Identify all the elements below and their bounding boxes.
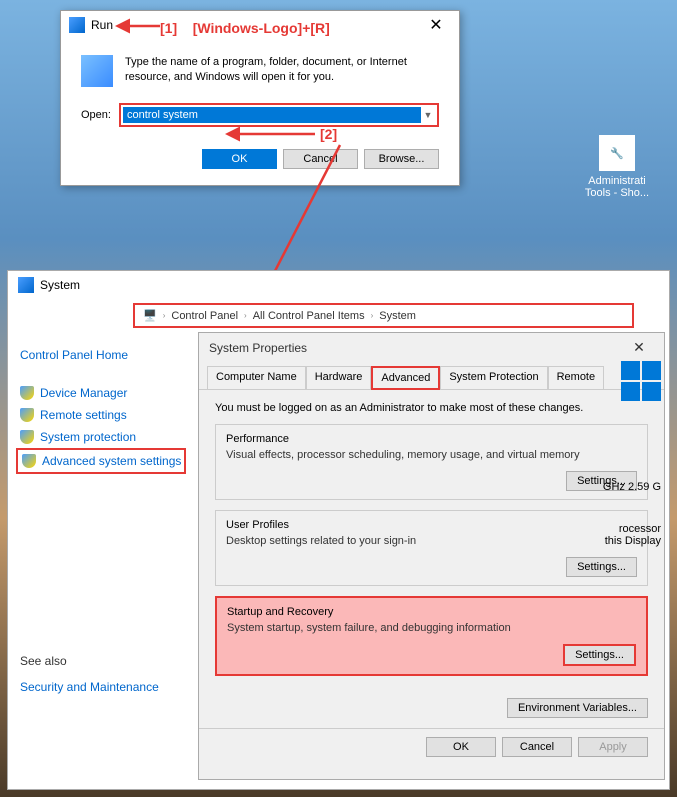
- open-label: Open:: [81, 109, 111, 121]
- advanced-system-settings-link[interactable]: Advanced system settings: [16, 448, 186, 474]
- shield-icon: [20, 430, 34, 444]
- apply-button[interactable]: Apply: [578, 737, 648, 757]
- tab-hardware[interactable]: Hardware: [306, 366, 372, 389]
- ok-button[interactable]: OK: [426, 737, 496, 757]
- performance-section: Performance Visual effects, processor sc…: [215, 424, 648, 500]
- desktop-shortcut-admin-tools[interactable]: 🔧 Administrati Tools - Sho...: [577, 135, 657, 199]
- see-also-label: See also: [20, 654, 186, 668]
- tab-system-protection[interactable]: System Protection: [440, 366, 547, 389]
- browse-button[interactable]: Browse...: [364, 149, 439, 169]
- run-icon: [69, 17, 85, 33]
- admin-note: You must be logged on as an Administrato…: [215, 402, 648, 414]
- startup-settings-button[interactable]: Settings...: [563, 644, 636, 666]
- processor-label: rocessor: [603, 523, 661, 535]
- annotation-2: [2]: [320, 126, 337, 142]
- tab-computer-name[interactable]: Computer Name: [207, 366, 306, 389]
- breadcrumb[interactable]: 🖥️ › Control Panel › All Control Panel I…: [133, 303, 634, 328]
- remote-settings-link[interactable]: Remote settings: [20, 404, 186, 426]
- shield-icon: [20, 408, 34, 422]
- system-protection-link[interactable]: System protection: [20, 426, 186, 448]
- system-titlebar: System: [8, 271, 669, 299]
- run-program-icon: [81, 55, 113, 87]
- breadcrumb-item[interactable]: System: [379, 310, 416, 322]
- breadcrumb-item[interactable]: All Control Panel Items: [253, 310, 365, 322]
- sysprops-title: System Properties: [209, 341, 624, 355]
- security-maintenance-link[interactable]: Security and Maintenance: [20, 676, 186, 698]
- windows-logo-icon: [621, 361, 661, 401]
- system-window: System 🖥️ › Control Panel › All Control …: [7, 270, 670, 790]
- system-icon: [18, 277, 34, 293]
- cancel-button[interactable]: Cancel: [283, 149, 358, 169]
- chevron-right-icon: ›: [163, 311, 166, 320]
- shield-icon: [20, 386, 34, 400]
- ghz-label: GHz 2.59 G: [603, 481, 661, 493]
- system-info-panel: GHz 2.59 G rocessor this Display: [603, 361, 661, 547]
- display-label: this Display: [603, 535, 661, 547]
- close-icon[interactable]: ✕: [421, 15, 451, 35]
- section-title: User Profiles: [226, 519, 637, 531]
- sysprops-titlebar: System Properties ✕: [199, 333, 664, 362]
- section-desc: Desktop settings related to your sign-in: [226, 535, 637, 547]
- desktop-shortcut-label: Administrati Tools - Sho...: [577, 175, 657, 199]
- monitor-icon: 🖥️: [143, 309, 157, 322]
- control-panel-home-link[interactable]: Control Panel Home: [20, 344, 186, 366]
- user-profiles-section: User Profiles Desktop settings related t…: [215, 510, 648, 586]
- section-title: Performance: [226, 433, 637, 445]
- section-desc: System startup, system failure, and debu…: [227, 622, 636, 634]
- admin-tools-icon: 🔧: [599, 135, 635, 171]
- device-manager-link[interactable]: Device Manager: [20, 382, 186, 404]
- sysprops-tabs: Computer Name Hardware Advanced System P…: [199, 362, 664, 390]
- ok-button[interactable]: OK: [202, 149, 277, 169]
- run-dialog: Run ✕ Type the name of a program, folder…: [60, 10, 460, 186]
- system-properties-dialog: System Properties ✕ Computer Name Hardwa…: [198, 332, 665, 780]
- breadcrumb-item[interactable]: Control Panel: [171, 310, 238, 322]
- cancel-button[interactable]: Cancel: [502, 737, 572, 757]
- chevron-right-icon: ›: [371, 311, 374, 320]
- system-sidebar: Control Panel Home Device Manager Remote…: [8, 332, 198, 790]
- section-desc: Visual effects, processor scheduling, me…: [226, 449, 637, 461]
- tab-remote[interactable]: Remote: [548, 366, 605, 389]
- chevron-right-icon: ›: [244, 311, 247, 320]
- open-input[interactable]: [123, 107, 421, 123]
- open-combobox[interactable]: ▼: [119, 103, 439, 127]
- chevron-down-icon[interactable]: ▼: [421, 110, 435, 120]
- shield-icon: [22, 454, 36, 468]
- annotation-1: [1] [Windows-Logo]+[R]: [160, 20, 330, 36]
- system-title: System: [40, 278, 80, 292]
- environment-variables-button[interactable]: Environment Variables...: [507, 698, 648, 718]
- profiles-settings-button[interactable]: Settings...: [566, 557, 637, 577]
- section-title: Startup and Recovery: [227, 606, 636, 618]
- startup-recovery-section: Startup and Recovery System startup, sys…: [215, 596, 648, 676]
- close-icon[interactable]: ✕: [624, 339, 654, 356]
- run-description: Type the name of a program, folder, docu…: [125, 55, 439, 86]
- tab-advanced[interactable]: Advanced: [371, 366, 440, 390]
